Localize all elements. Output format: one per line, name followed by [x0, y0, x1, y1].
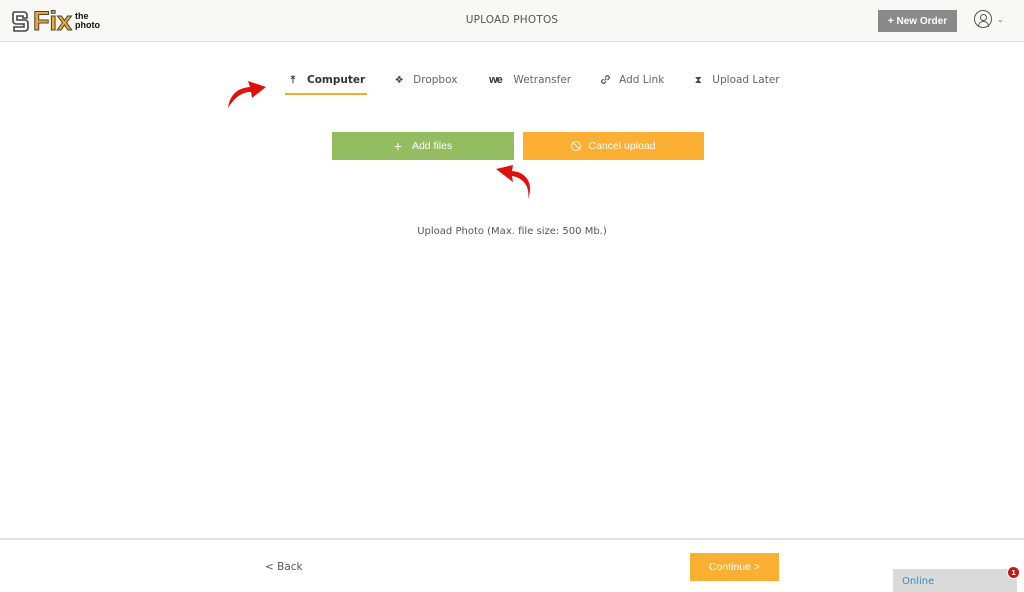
annotation-arrow-add-files: [496, 165, 531, 199]
add-files-button[interactable]: + Add files: [332, 132, 514, 160]
tab-dropbox[interactable]: ❖ Dropbox: [391, 72, 459, 95]
tab-label: Wetransfer: [513, 74, 572, 86]
plus-icon: +: [393, 138, 402, 154]
tab-label: Dropbox: [413, 74, 458, 86]
chat-online-widget[interactable]: Online: [893, 569, 1017, 592]
cancel-upload-button[interactable]: Cancel upload: [523, 132, 704, 160]
fixthephoto-logo[interactable]: Fix the photo: [11, 6, 100, 36]
user-circle-icon: [974, 10, 992, 28]
tab-add-link[interactable]: Add Link: [597, 72, 666, 95]
wetransfer-icon: we: [489, 74, 503, 86]
tab-label: Add Link: [619, 74, 665, 86]
top-header: Fix the photo UPLOAD PHOTOS + New Order …: [0, 0, 1024, 42]
back-link[interactable]: < Back: [265, 561, 303, 573]
add-files-label: Add files: [411, 140, 453, 152]
chat-notification-badge: 1: [1007, 566, 1020, 579]
page-title: UPLOAD PHOTOS: [465, 14, 559, 26]
link-icon: [599, 74, 611, 89]
continue-button[interactable]: Continue >: [690, 553, 779, 581]
ban-icon: [571, 141, 582, 151]
logo-text-sub: the photo: [75, 12, 100, 30]
logo-hands-icon: [12, 11, 29, 32]
tab-label: Computer: [307, 74, 366, 86]
tab-label: Upload Later: [712, 74, 780, 86]
tab-upload-later[interactable]: ⧗ Upload Later: [690, 72, 781, 95]
footer-bar: < Back Continue > Online: [0, 538, 1024, 592]
hourglass-icon: ⧗: [694, 75, 702, 86]
dropbox-icon: ❖: [394, 75, 404, 86]
new-order-button[interactable]: + New Order: [878, 10, 957, 32]
tab-computer[interactable]: ⤒ Computer: [285, 72, 368, 95]
chevron-down-icon: ⌄: [997, 14, 1004, 24]
logo-text-fix: Fix: [32, 6, 73, 36]
upload-icon: ⤒: [290, 75, 296, 86]
logo-text-photo: photo: [75, 20, 101, 30]
tab-wetransfer[interactable]: we Wetransfer: [483, 72, 573, 95]
upload-size-note: Upload Photo (Max. file size: 500 Mb.): [417, 226, 607, 237]
user-menu[interactable]: ⌄: [974, 10, 1004, 28]
annotation-arrow-tabs: [228, 81, 266, 108]
cancel-upload-label: Cancel upload: [588, 140, 656, 152]
upload-source-tabs: ⤒ Computer ❖ Dropbox we Wetransfer Add L…: [285, 72, 806, 96]
